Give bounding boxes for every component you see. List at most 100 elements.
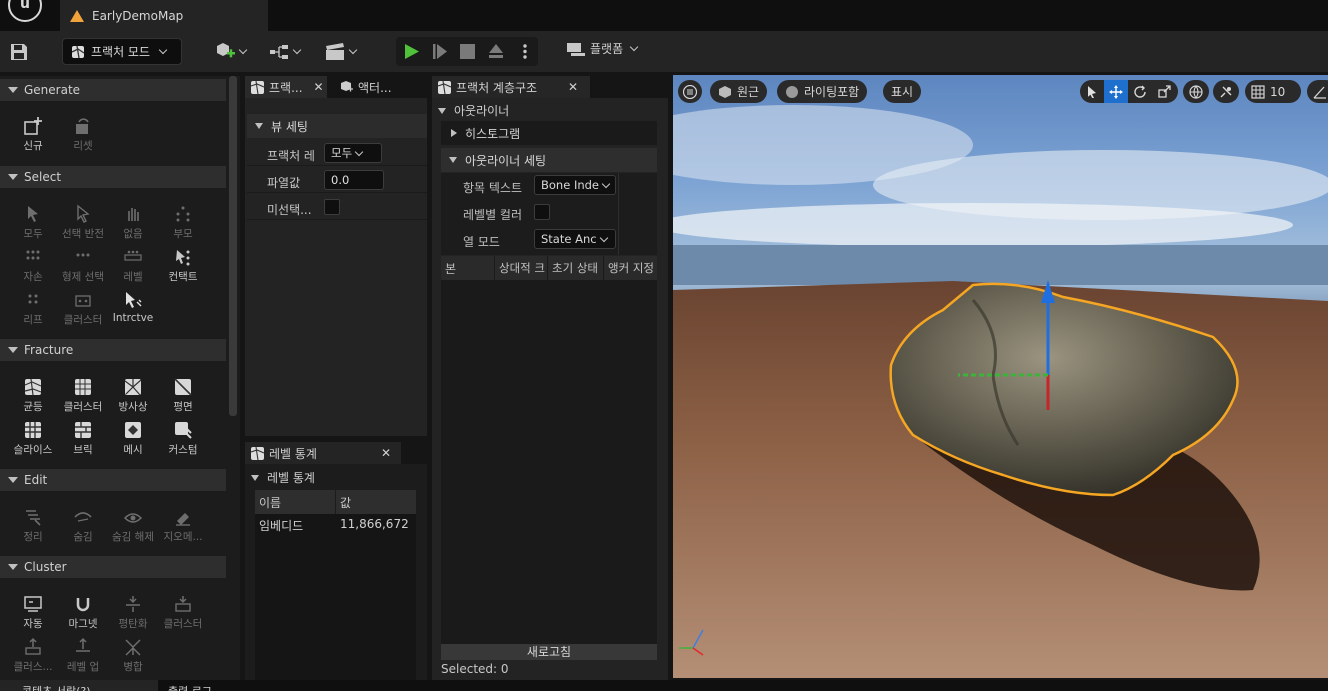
outliner-tree[interactable] xyxy=(441,280,657,644)
tab-level-stats[interactable]: 레벨 통계 ✕ xyxy=(245,442,401,464)
col-name-header[interactable]: 이름 xyxy=(255,490,335,514)
refresh-button[interactable]: 새로고침 xyxy=(441,644,657,660)
stop-icon[interactable] xyxy=(460,44,475,59)
tool-mesh[interactable]: 메시 xyxy=(108,420,158,460)
viewport-menu-button[interactable] xyxy=(678,80,702,103)
stat-value-cell: 11,866,672 xyxy=(340,517,409,531)
explode-amount-field[interactable]: 0.0 xyxy=(324,170,384,190)
tool-interactive[interactable]: Intrctve xyxy=(108,290,158,330)
section-edit[interactable]: Edit xyxy=(0,469,226,491)
rotate-icon xyxy=(1134,85,1146,98)
tool-flatten[interactable]: 평탄화 xyxy=(108,594,158,634)
tool-label: 없음 xyxy=(123,228,143,240)
world-space-button[interactable] xyxy=(1183,80,1209,103)
section-select[interactable]: Select xyxy=(0,166,226,188)
angle-snap-button[interactable] xyxy=(1307,80,1328,103)
close-icon[interactable]: ✕ xyxy=(568,80,578,94)
save-button[interactable] xyxy=(9,31,29,72)
play-icon[interactable] xyxy=(404,43,420,60)
platform-button[interactable]: 플랫폼 xyxy=(566,40,639,57)
tool-slice[interactable]: 슬라이스 xyxy=(8,420,58,460)
tool-radial[interactable]: 방사상 xyxy=(108,377,158,417)
blueprint-button[interactable] xyxy=(268,31,302,72)
more-options-icon[interactable] xyxy=(522,43,528,60)
tab-actor[interactable]: 액터... xyxy=(333,76,423,98)
tool-custom[interactable]: 커스텀 xyxy=(158,420,208,460)
show-button[interactable]: 표시 xyxy=(883,80,922,103)
tool-cluster-up[interactable]: 클러스... xyxy=(8,637,58,677)
tool-select-contact[interactable]: 컨택트 xyxy=(158,247,208,287)
tool-geometry[interactable]: 지오메... xyxy=(158,507,208,547)
eject-icon[interactable] xyxy=(488,43,504,59)
content-drawer-tab[interactable]: 콘텐츠 서랍(?) xyxy=(0,680,158,691)
fracture-tab-icon xyxy=(251,80,264,94)
tool-merge[interactable]: 병합 xyxy=(108,637,158,677)
tool-plane[interactable]: 평면 xyxy=(158,377,208,417)
column-mode-dropdown[interactable]: State Anc xyxy=(534,229,616,249)
surface-snap-button[interactable] xyxy=(1213,80,1239,103)
outliner-settings-header[interactable]: 아웃라이너 세팅 xyxy=(441,148,657,172)
tool-cluster[interactable]: 클러스터 xyxy=(158,594,208,634)
play-controls xyxy=(396,37,538,66)
step-icon[interactable] xyxy=(432,43,448,60)
level-stats-header[interactable]: 레벨 통계 xyxy=(251,469,315,486)
fracture-mode-icon xyxy=(71,45,85,58)
grid-snap-button[interactable]: 10 xyxy=(1245,80,1301,103)
tool-prune[interactable]: 정리 xyxy=(8,507,58,547)
tool-unhide[interactable]: 숨김 해제 xyxy=(108,507,158,547)
tool-select-level[interactable]: 레벨 xyxy=(108,247,158,287)
col-value-header[interactable]: 값 xyxy=(336,490,416,514)
unselected-checkbox[interactable] xyxy=(324,199,340,215)
view-settings-header[interactable]: 뷰 세팅 xyxy=(247,114,427,138)
left-panel-scrollbar[interactable] xyxy=(229,76,237,416)
tab-fracture[interactable]: 프랙... ✕ xyxy=(245,76,327,98)
tool-brick[interactable]: 브릭 xyxy=(58,420,108,460)
interactive-cursor-icon xyxy=(126,292,142,308)
mode-selector[interactable]: 프랙처 모드 xyxy=(62,38,182,65)
col-relative-size[interactable]: 상대적 크 xyxy=(495,256,548,280)
section-generate[interactable]: Generate xyxy=(0,79,226,101)
tool-select-parent[interactable]: 부모 xyxy=(158,204,208,244)
tool-invert-selection[interactable]: 선택 반전 xyxy=(58,204,108,244)
tool-select-siblings[interactable]: 형제 선택 xyxy=(58,247,108,287)
tool-select-leaf[interactable]: 리프 xyxy=(8,290,58,330)
output-log-tab[interactable]: 출력 로그 xyxy=(168,683,212,691)
cinematics-button[interactable] xyxy=(324,31,358,72)
unreal-logo[interactable]: u xyxy=(8,0,42,22)
tool-hide[interactable]: 숨김 xyxy=(58,507,108,547)
tool-select-none[interactable]: 없음 xyxy=(108,204,158,244)
lighting-button[interactable]: 라이팅포함 xyxy=(777,80,868,103)
tool-reset[interactable]: 리셋 xyxy=(58,116,108,156)
tool-cluster-fracture[interactable]: 클러스터 xyxy=(58,377,108,417)
close-icon[interactable]: ✕ xyxy=(314,80,324,94)
map-tab[interactable]: EarlyDemoMap xyxy=(60,0,268,31)
perspective-button[interactable]: 원근 xyxy=(710,80,768,103)
rotate-tool[interactable] xyxy=(1128,80,1152,103)
level-color-checkbox[interactable] xyxy=(534,204,550,220)
select-tool[interactable] xyxy=(1080,80,1104,103)
eraser-icon xyxy=(176,513,190,526)
tab-hierarchy[interactable]: 프랙처 계층구조 ✕ xyxy=(432,76,590,98)
tool-new[interactable]: 신규 xyxy=(8,116,58,156)
fracture-level-dropdown[interactable]: 모두 xyxy=(324,143,382,163)
add-actor-button[interactable] xyxy=(214,31,248,72)
col-anchor[interactable]: 앵커 지정 xyxy=(604,256,657,280)
section-fracture[interactable]: Fracture xyxy=(0,339,226,361)
tool-magnet[interactable]: 마그넷 xyxy=(58,594,108,634)
col-bone[interactable]: 본 xyxy=(441,256,495,280)
outliner-header[interactable]: 아웃라이너 xyxy=(438,102,509,119)
scale-tool[interactable] xyxy=(1152,80,1176,103)
tool-select-cluster[interactable]: 클러스터 xyxy=(58,290,108,330)
tool-select-all[interactable]: 모두 xyxy=(8,204,58,244)
close-icon[interactable]: ✕ xyxy=(381,446,391,460)
tool-uniform[interactable]: 균등 xyxy=(8,377,58,417)
histogram-header[interactable]: 히스토그램 xyxy=(441,121,657,145)
col-initial-state[interactable]: 초기 상태 xyxy=(548,256,604,280)
level-viewport[interactable]: 원근 라이팅포함 표시 10 xyxy=(673,75,1328,678)
item-text-dropdown[interactable]: Bone Inde xyxy=(534,175,616,195)
tool-auto-cluster[interactable]: 자동 xyxy=(8,594,58,634)
section-cluster[interactable]: Cluster xyxy=(0,556,226,578)
tool-level-up[interactable]: 레벨 업 xyxy=(58,637,108,677)
move-tool[interactable] xyxy=(1104,80,1128,103)
tool-select-children[interactable]: 자손 xyxy=(8,247,58,287)
